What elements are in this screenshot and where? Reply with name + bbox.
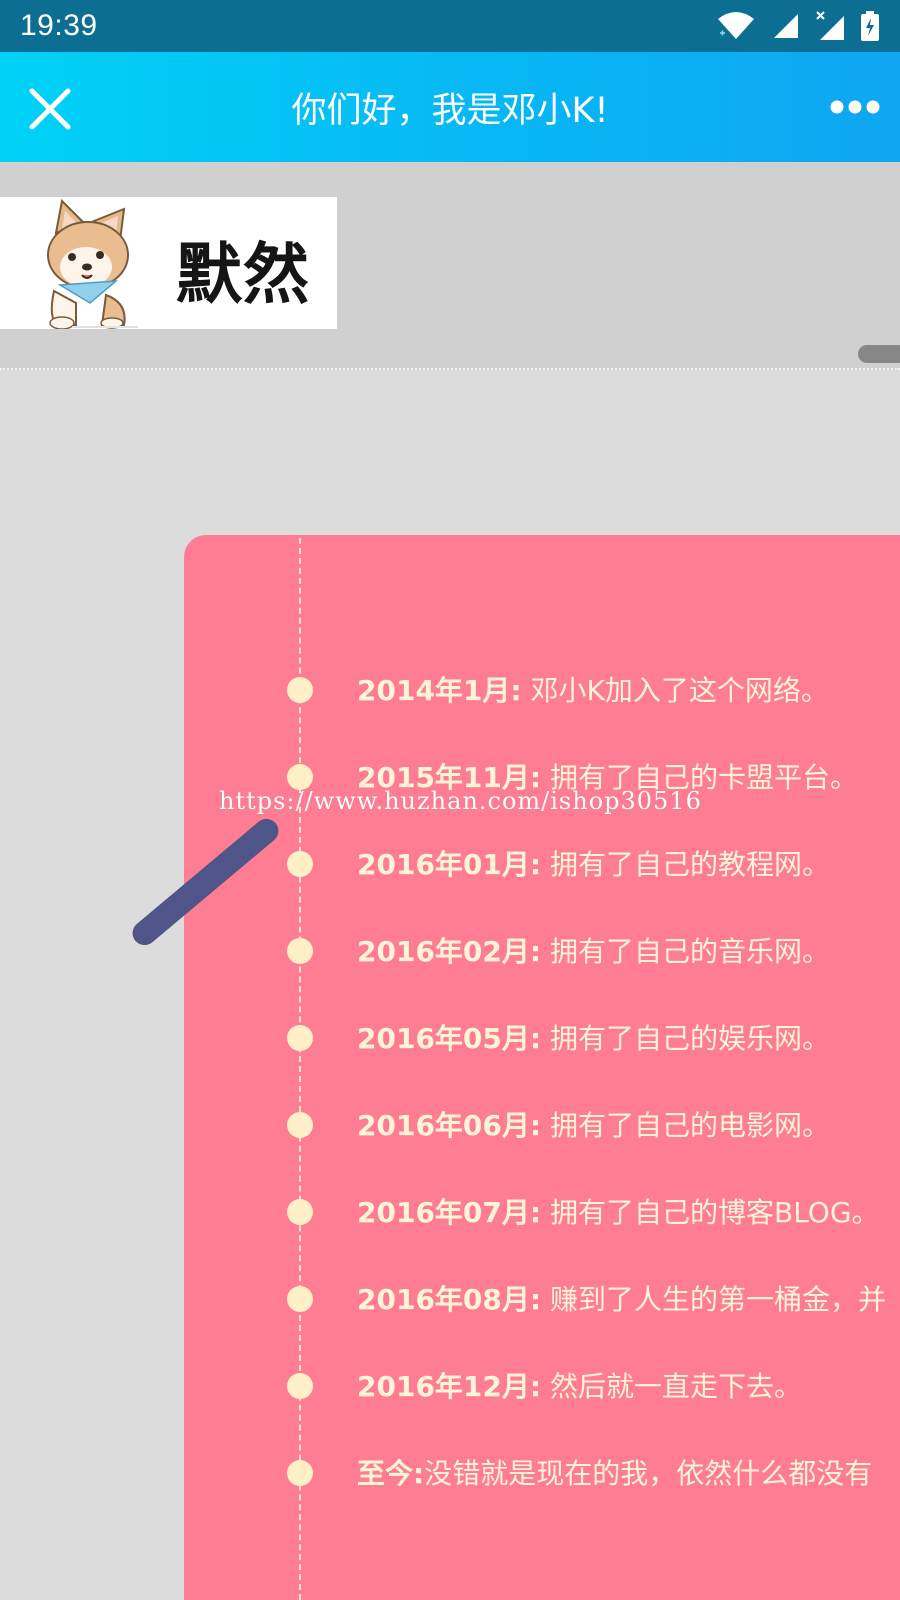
more-button[interactable]	[828, 92, 882, 122]
timeline-dot	[287, 1112, 313, 1138]
timeline-item: 2016年08月: 赚到了人生的第一桶金，并	[357, 1280, 886, 1320]
timeline-date: 2014年1月:	[357, 674, 522, 707]
timeline-text: 拥有了自己的娱乐网。	[541, 1022, 830, 1055]
timeline-text: 拥有了自己的音乐网。	[541, 935, 830, 968]
app-header: 你们好，我是邓小K!	[0, 52, 900, 162]
timeline-date: 2016年12月:	[357, 1370, 542, 1403]
timeline-dot	[287, 677, 313, 703]
timeline-item: 2016年06月: 拥有了自己的电影网。	[357, 1106, 830, 1146]
timeline-item: 2016年05月: 拥有了自己的娱乐网。	[357, 1019, 830, 1059]
wifi-icon	[716, 11, 756, 41]
more-dots-icon	[830, 100, 880, 114]
divider	[0, 368, 900, 370]
timeline-date: 2016年08月:	[357, 1283, 542, 1316]
timeline-date: 2016年07月:	[357, 1196, 542, 1229]
signal-x-icon	[814, 10, 846, 42]
timeline-item: 2014年1月: 邓小K加入了这个网络。	[357, 671, 829, 711]
timeline-text: 拥有了自己的电影网。	[541, 1109, 830, 1142]
timeline-date: 2016年05月:	[357, 1022, 542, 1055]
timeline-date: 至今:	[357, 1457, 425, 1490]
timeline-dot	[287, 1460, 313, 1486]
timeline-item: 2016年01月: 拥有了自己的教程网。	[357, 845, 830, 885]
status-bar: 19:39	[0, 0, 900, 52]
timeline-date: 2016年01月:	[357, 848, 542, 881]
timeline-text: 赚到了人生的第一桶金，并	[541, 1283, 886, 1316]
timeline-item: 2016年12月: 然后就一直走下去。	[357, 1367, 802, 1407]
timeline-dot	[287, 938, 313, 964]
status-time: 19:39	[20, 9, 98, 42]
page-title: 你们好，我是邓小K!	[291, 90, 609, 131]
shiba-dog-icon	[47, 199, 138, 329]
timeline-text: 邓小K加入了这个网络。	[521, 674, 829, 707]
timeline-text: 拥有了自己的教程网。	[541, 848, 830, 881]
timeline-text: 然后就一直走下去。	[541, 1370, 802, 1403]
logo-band: 默然	[0, 162, 900, 370]
timeline-dot	[287, 1373, 313, 1399]
timeline-dot	[287, 1025, 313, 1051]
timeline-item: 2016年02月: 拥有了自己的音乐网。	[357, 932, 830, 972]
status-icons	[716, 10, 880, 42]
scroll-handle[interactable]	[858, 345, 900, 363]
watermark-url: https://www.huzhan.com/ishop30516	[219, 787, 702, 815]
timeline-dot	[287, 1286, 313, 1312]
timeline-item: 2016年07月: 拥有了自己的博客BLOG。	[357, 1193, 880, 1233]
timeline-text: 拥有了自己的博客BLOG。	[541, 1196, 880, 1229]
timeline-date: 2016年06月:	[357, 1109, 542, 1142]
timeline-dot	[287, 1199, 313, 1225]
timeline-text: 没错就是现在的我，依然什么都没有	[424, 1457, 873, 1490]
timeline-item: 至今:没错就是现在的我，依然什么都没有	[357, 1454, 872, 1494]
logo-text: 默然	[176, 236, 310, 313]
timeline-dot	[287, 851, 313, 877]
signal-icon	[770, 12, 800, 40]
timeline-date: 2016年02月:	[357, 935, 542, 968]
site-logo[interactable]: 默然	[0, 197, 337, 329]
battery-charging-icon	[860, 11, 880, 41]
